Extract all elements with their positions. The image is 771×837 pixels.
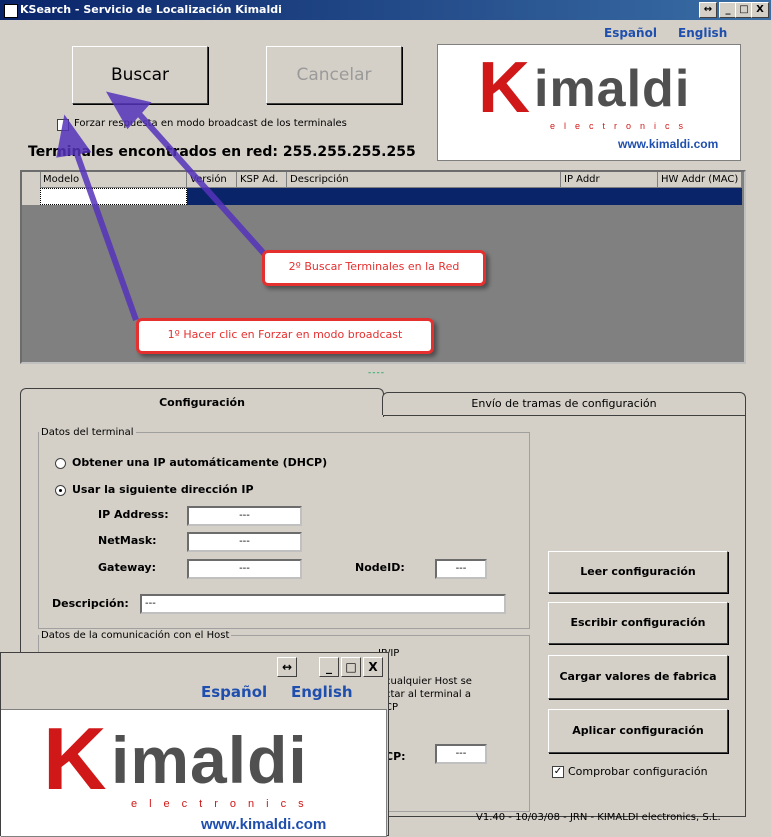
dhcp-label: Obtener una IP automáticamente (DHCP) xyxy=(72,456,328,469)
static-ip-label: Usar la siguiente dirección IP xyxy=(72,483,254,496)
callout-step1: 1º Hacer clic en Forzar en modo broadcas… xyxy=(136,318,434,354)
zoom-logo-word: imaldi xyxy=(111,723,308,797)
status-bar-text: V1.40 - 10/03/08 - JRN - KIMALDI electro… xyxy=(476,812,721,823)
zoom-overlay: ↔ _ □ X Español English K imaldi electro… xyxy=(0,652,389,837)
host-description: cualquier Host se ctar al terminal a CP xyxy=(385,676,472,713)
arrow-to-buscar xyxy=(129,103,271,261)
descripcion-label: Descripción: xyxy=(52,597,129,610)
aplicar-config-button[interactable]: Aplicar configuración xyxy=(548,709,728,753)
leer-config-button[interactable]: Leer configuración xyxy=(548,551,728,593)
netmask-field[interactable]: --- xyxy=(187,532,302,552)
zoom-restore-icon[interactable]: ↔ xyxy=(277,657,297,677)
nodeid-field[interactable]: --- xyxy=(435,559,487,579)
host-group-title: Datos de la comunicación con el Host xyxy=(41,630,230,641)
nodeid-label: NodeID: xyxy=(355,561,405,574)
zoom-lang-es[interactable]: Español xyxy=(201,683,267,701)
dhcp-radio[interactable] xyxy=(55,458,66,469)
cp-field[interactable]: --- xyxy=(435,744,487,764)
escribir-config-button[interactable]: Escribir configuración xyxy=(548,602,728,644)
comprobar-checkbox[interactable]: ✓ xyxy=(552,766,564,778)
tab-configuracion[interactable]: Configuración xyxy=(20,388,384,417)
tab-envio[interactable]: Envío de tramas de configuración xyxy=(382,392,746,415)
zoom-lang-en[interactable]: English xyxy=(291,683,353,701)
splitter[interactable]: ---- xyxy=(368,368,385,378)
terminal-group-title: Datos del terminal xyxy=(41,427,134,438)
zoom-logo-k: K xyxy=(43,709,107,808)
gateway-field[interactable]: --- xyxy=(187,559,302,579)
arrow-to-checkbox-head xyxy=(56,114,92,158)
arrow-to-checkbox xyxy=(69,138,139,322)
descripcion-field[interactable]: --- xyxy=(140,594,506,614)
callout-step2: 2º Buscar Terminales en la Red xyxy=(262,250,486,286)
zoom-minimize-icon[interactable]: _ xyxy=(319,657,339,677)
ip-field[interactable]: --- xyxy=(187,506,302,526)
static-ip-radio[interactable] xyxy=(55,485,66,496)
netmask-label: NetMask: xyxy=(98,534,157,547)
zoom-logo-sub: electronics xyxy=(131,798,316,810)
zoom-logo: K imaldi electronics www.kimaldi.com xyxy=(1,709,387,837)
zoom-maximize-icon[interactable]: □ xyxy=(341,657,361,677)
zoom-close-icon[interactable]: X xyxy=(363,657,383,677)
zoom-logo-url[interactable]: www.kimaldi.com xyxy=(201,816,326,833)
ip-label: IP Address: xyxy=(98,508,169,521)
cargar-fabrica-button[interactable]: Cargar valores de fabrica xyxy=(548,655,728,699)
comprobar-label: Comprobar configuración xyxy=(568,765,708,778)
gateway-label: Gateway: xyxy=(98,561,156,574)
